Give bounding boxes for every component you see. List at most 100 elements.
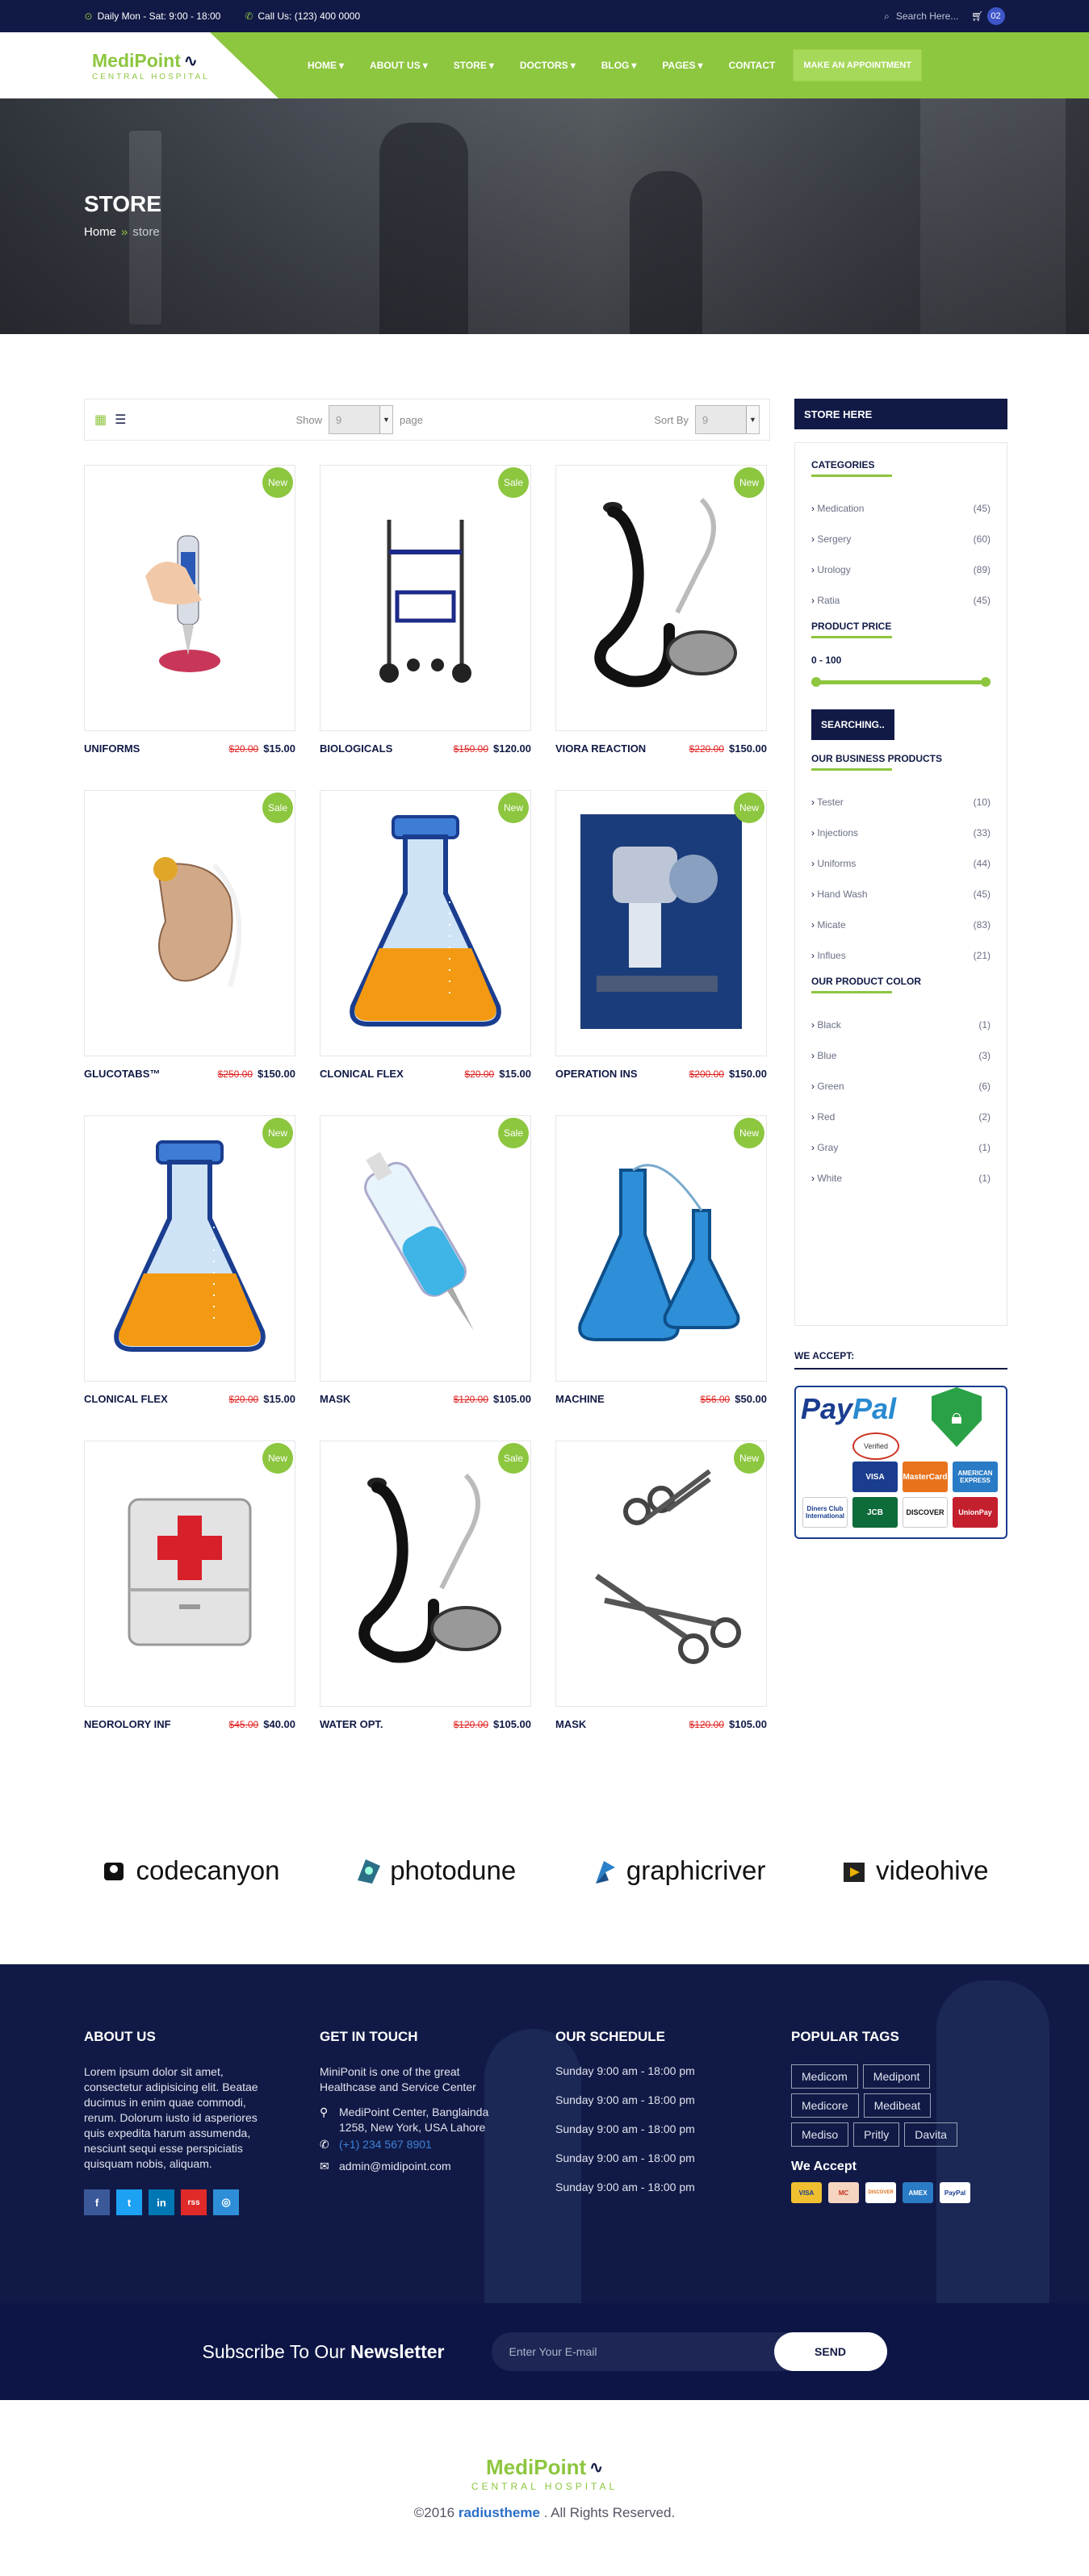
tag-link[interactable]: Medipont bbox=[862, 2064, 931, 2089]
nav-store[interactable]: STORE ▾ bbox=[454, 60, 494, 71]
sidebar-list-item[interactable]: Hand Wash (45) bbox=[811, 879, 991, 910]
product-name[interactable]: WATER OPT. bbox=[320, 1718, 383, 1730]
nav-about[interactable]: ABOUT US ▾ bbox=[370, 60, 428, 71]
appointment-button[interactable]: MAKE AN APPOINTMENT bbox=[793, 49, 922, 82]
tag-link[interactable]: Mediso bbox=[791, 2122, 849, 2147]
top-search[interactable]: ⌕ Search Here... bbox=[884, 10, 958, 23]
search-placeholder[interactable]: Search Here... bbox=[896, 10, 958, 22]
price-min-handle[interactable] bbox=[811, 677, 821, 687]
sidebar-list-item[interactable]: Uniforms (44) bbox=[811, 848, 991, 879]
brand-photodune[interactable]: photodune bbox=[354, 1855, 516, 1886]
sidebar-list-item[interactable]: Micate (83) bbox=[811, 910, 991, 940]
rss-icon[interactable]: rss bbox=[181, 2189, 207, 2215]
product-image[interactable]: New bbox=[555, 790, 767, 1056]
nav-home[interactable]: HOME ▾ bbox=[308, 60, 344, 71]
product-card[interactable]: New VIORA REACTION $220.00 $150.00 bbox=[555, 465, 767, 790]
product-old-price: $120.00 bbox=[689, 1718, 724, 1730]
product-image[interactable]: New bbox=[555, 1441, 767, 1707]
search-icon[interactable]: ⌕ bbox=[884, 10, 890, 23]
sidebar-list-item[interactable]: White (1) bbox=[811, 1163, 991, 1194]
footer-email[interactable]: admin@midipoint.com bbox=[339, 2159, 451, 2174]
sidebar-list-item[interactable]: Tester (10) bbox=[811, 787, 991, 818]
product-card[interactable]: New CLONICAL FLEX $20.00 $15.00 bbox=[320, 790, 531, 1115]
grid-view-icon[interactable]: ▦ bbox=[94, 412, 107, 428]
show-select[interactable]: 9 ▼ bbox=[329, 405, 393, 434]
product-name[interactable]: CLONICAL FLEX bbox=[84, 1393, 168, 1405]
product-card[interactable]: New UNIFORMS $20.00 $15.00 bbox=[84, 465, 295, 790]
copyright-brand-link[interactable]: radiustheme bbox=[459, 2505, 540, 2520]
nav-blog[interactable]: BLOG ▾ bbox=[601, 60, 637, 71]
product-card[interactable]: Sale WATER OPT. $120.00 $105.00 bbox=[320, 1441, 531, 1766]
cart-icon[interactable]: 🛒︎ bbox=[971, 10, 983, 22]
paypal-pay: Pay bbox=[801, 1392, 853, 1425]
newsletter-send-button[interactable]: SEND bbox=[773, 2332, 887, 2371]
tag-link[interactable]: Medibeat bbox=[863, 2093, 932, 2118]
sidebar-list-item[interactable]: Gray (1) bbox=[811, 1132, 991, 1163]
sidebar-list-item[interactable]: Blue (3) bbox=[811, 1040, 991, 1071]
product-name[interactable]: GLUCOTABS™ bbox=[84, 1068, 160, 1080]
product-image[interactable]: New bbox=[555, 1115, 767, 1382]
product-card[interactable]: New MASK $120.00 $105.00 bbox=[555, 1441, 767, 1766]
tag-link[interactable]: Medicom bbox=[791, 2064, 858, 2089]
cart-button[interactable]: 🛒︎ 02 bbox=[971, 7, 1005, 25]
tag-link[interactable]: Davita bbox=[904, 2122, 957, 2147]
product-card[interactable]: New MACHINE $56.00 $50.00 bbox=[555, 1115, 767, 1441]
product-image[interactable]: New bbox=[320, 790, 531, 1056]
product-name[interactable]: NEOROLORY INF bbox=[84, 1718, 171, 1730]
nav-doctors[interactable]: DOCTORS ▾ bbox=[520, 60, 576, 71]
sidebar-list-item[interactable]: Ratia (45) bbox=[811, 585, 991, 616]
sort-select[interactable]: 9 ▼ bbox=[695, 405, 760, 434]
sidebar-list-item[interactable]: Urology (89) bbox=[811, 554, 991, 585]
list-view-icon[interactable]: ☰ bbox=[115, 412, 126, 428]
product-image[interactable]: New bbox=[84, 465, 295, 731]
breadcrumb-home[interactable]: Home bbox=[84, 225, 116, 239]
sidebar-list-item[interactable]: Black (1) bbox=[811, 1010, 991, 1040]
linkedin-icon[interactable]: in bbox=[149, 2189, 174, 2215]
product-image[interactable]: New bbox=[84, 1115, 295, 1382]
product-name[interactable]: MASK bbox=[320, 1393, 350, 1405]
newsletter-email-input[interactable] bbox=[491, 2345, 774, 2358]
product-name[interactable]: CLONICAL FLEX bbox=[320, 1068, 404, 1080]
product-card[interactable]: New OPERATION INS $200.00 $150.00 bbox=[555, 790, 767, 1115]
sidebar-list-item[interactable]: Red (2) bbox=[811, 1102, 991, 1132]
chevron-down-icon: ▾ bbox=[570, 60, 576, 71]
sidebar-list-item[interactable]: Sergery (60) bbox=[811, 524, 991, 554]
twitter-icon[interactable]: t bbox=[116, 2189, 142, 2215]
nav-contact[interactable]: CONTACT bbox=[729, 60, 776, 71]
product-name[interactable]: MACHINE bbox=[555, 1393, 605, 1405]
sidebar-list-item[interactable]: Medication (45) bbox=[811, 493, 991, 524]
product-image[interactable]: Sale bbox=[320, 465, 531, 731]
product-image[interactable]: Sale bbox=[320, 1115, 531, 1382]
search-filter-button[interactable]: SEARCHING.. bbox=[811, 709, 894, 740]
product-name[interactable]: BIOLOGICALS bbox=[320, 742, 392, 755]
sidebar-list-item[interactable]: Green (6) bbox=[811, 1071, 991, 1102]
product-image[interactable]: New bbox=[555, 465, 767, 731]
footer-phone[interactable]: (+1) 234 567 8901 bbox=[339, 2137, 432, 2152]
brand-graphicriver[interactable]: graphicriver bbox=[591, 1855, 765, 1886]
dribbble-icon[interactable]: ◎ bbox=[213, 2189, 239, 2215]
product-name[interactable]: MASK bbox=[555, 1718, 586, 1730]
product-card[interactable]: New NEOROLORY INF $45.00 $40.00 bbox=[84, 1441, 295, 1766]
nav-pages[interactable]: PAGES ▾ bbox=[662, 60, 702, 71]
product-name[interactable]: UNIFORMS bbox=[84, 742, 140, 755]
tag-link[interactable]: Pritly bbox=[853, 2122, 900, 2147]
footer-logo[interactable]: MediPoint ∿ CENTRAL HOSPITAL bbox=[471, 2455, 618, 2492]
product-name[interactable]: OPERATION INS bbox=[555, 1068, 638, 1080]
product-image[interactable]: New bbox=[84, 1441, 295, 1707]
product-card[interactable]: Sale GLUCOTABS™ $250.00 $150.00 bbox=[84, 790, 295, 1115]
product-image[interactable]: Sale bbox=[84, 790, 295, 1056]
product-name[interactable]: VIORA REACTION bbox=[555, 742, 646, 755]
product-card[interactable]: Sale BIOLOGICALS $150.00 $120.00 bbox=[320, 465, 531, 790]
facebook-icon[interactable]: f bbox=[84, 2189, 110, 2215]
price-slider[interactable] bbox=[811, 677, 991, 687]
brand-videohive[interactable]: videohive bbox=[840, 1855, 988, 1886]
product-image[interactable]: Sale bbox=[320, 1441, 531, 1707]
sidebar-list-item[interactable]: Influes (21) bbox=[811, 940, 991, 971]
tag-link[interactable]: Medicore bbox=[791, 2093, 859, 2118]
brand-codecanyon[interactable]: codecanyon bbox=[101, 1855, 279, 1886]
sidebar-list-item[interactable]: Injections (33) bbox=[811, 818, 991, 848]
site-logo[interactable]: MediPoint ∿ CENTRAL HOSPITAL bbox=[92, 50, 210, 82]
product-card[interactable]: Sale MASK $120.00 $105.00 bbox=[320, 1115, 531, 1441]
price-max-handle[interactable] bbox=[981, 677, 991, 687]
product-card[interactable]: New CLONICAL FLEX $20.00 $15.00 bbox=[84, 1115, 295, 1441]
